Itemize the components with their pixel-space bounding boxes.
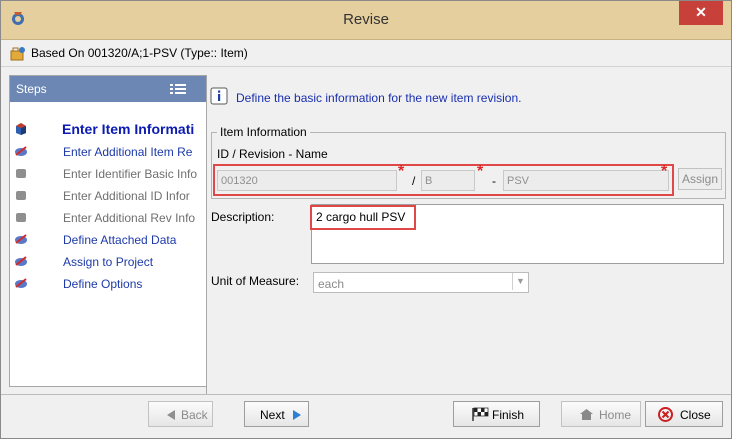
step-enter-item-information[interactable]: Enter Item Informati bbox=[10, 120, 206, 140]
steps-title: Steps bbox=[16, 82, 47, 96]
step-label: Assign to Project bbox=[63, 255, 154, 269]
step-optional-icon bbox=[15, 234, 27, 244]
step-enter-additional-id-info[interactable]: Enter Additional ID Infor bbox=[10, 186, 206, 206]
step-define-attached-data[interactable]: Define Attached Data bbox=[10, 230, 206, 250]
back-button-label: Back bbox=[181, 408, 208, 422]
required-marker: * bbox=[661, 163, 668, 180]
step-enter-identifier-basic-info[interactable]: Enter Identifier Basic Info bbox=[10, 164, 206, 184]
title-bar[interactable]: Revise ✕ bbox=[1, 1, 731, 40]
step-label: Define Attached Data bbox=[63, 233, 177, 247]
next-button-label: Next bbox=[260, 408, 285, 422]
step-define-options[interactable]: Define Options bbox=[10, 274, 206, 294]
steps-header: Steps bbox=[10, 76, 206, 102]
based-on-label: Based On 001320/A;1-PSV (Type:: Item) bbox=[31, 46, 248, 60]
step-assign-to-project[interactable]: Assign to Project bbox=[10, 252, 206, 272]
step-optional-icon bbox=[15, 146, 27, 156]
next-button[interactable]: Next bbox=[244, 401, 309, 427]
finish-button[interactable]: Finish bbox=[453, 401, 540, 427]
item-id-field[interactable]: 001320 bbox=[217, 170, 397, 191]
step-label: Enter Identifier Basic Info bbox=[63, 167, 198, 181]
based-on-bar: Based On 001320/A;1-PSV (Type:: Item) bbox=[1, 40, 731, 67]
home-button-label: Home bbox=[599, 408, 632, 422]
required-marker: * bbox=[477, 163, 484, 180]
close-button[interactable]: Close bbox=[645, 401, 723, 427]
finish-button-label: Finish bbox=[492, 408, 525, 422]
step-optional-icon bbox=[15, 256, 27, 266]
step-label: Enter Additional Rev Info bbox=[63, 211, 196, 225]
current-step-icon bbox=[16, 123, 26, 135]
home-icon bbox=[580, 409, 593, 420]
chevron-down-icon[interactable]: ▼ bbox=[512, 273, 528, 290]
info-text: Define the basic information for the new… bbox=[236, 91, 522, 105]
home-button[interactable]: Home bbox=[561, 401, 641, 427]
step-enter-additional-rev-info[interactable]: Enter Additional Rev Info bbox=[10, 208, 206, 228]
checkered-flag-icon bbox=[472, 407, 489, 421]
close-circle-icon bbox=[658, 407, 673, 422]
rev-name-separator: - bbox=[492, 174, 496, 188]
step-label: Enter Item Informati bbox=[62, 121, 195, 137]
step-disabled-icon bbox=[16, 169, 26, 178]
close-button-label: Close bbox=[680, 408, 711, 422]
required-marker: * bbox=[398, 163, 405, 180]
highlight-box-description bbox=[310, 205, 416, 230]
id-revision-name-label: ID / Revision - Name bbox=[217, 147, 328, 161]
step-disabled-icon bbox=[16, 191, 26, 200]
step-label: Enter Additional ID Infor bbox=[63, 189, 190, 203]
step-enter-additional-item-rev[interactable]: Enter Additional Item Re bbox=[10, 142, 206, 162]
panel-splitter[interactable] bbox=[206, 75, 207, 395]
step-label: Define Options bbox=[63, 277, 143, 291]
arrow-right-icon bbox=[293, 410, 301, 420]
arrow-left-icon bbox=[167, 410, 175, 420]
unit-of-measure-select[interactable]: each bbox=[313, 272, 529, 293]
back-button[interactable]: Back bbox=[148, 401, 213, 427]
step-label: Enter Additional Item Re bbox=[63, 145, 193, 159]
step-disabled-icon bbox=[16, 213, 26, 222]
revision-field[interactable]: B bbox=[421, 170, 475, 191]
description-label: Description: bbox=[211, 210, 275, 224]
steps-panel: Steps Enter Item Informati Enter Additio… bbox=[9, 75, 207, 387]
info-message: Define the basic information for the new… bbox=[210, 87, 724, 113]
window-title: Revise bbox=[343, 11, 389, 28]
step-optional-icon bbox=[15, 278, 27, 288]
id-rev-separator: / bbox=[412, 174, 416, 188]
footer-divider bbox=[1, 394, 731, 395]
item-revision-icon bbox=[10, 47, 25, 61]
item-information-legend: Item Information bbox=[217, 125, 310, 139]
window-close-button[interactable]: ✕ bbox=[679, 1, 723, 25]
item-name-field[interactable]: PSV bbox=[503, 170, 669, 191]
unit-of-measure-label: Unit of Measure: bbox=[211, 274, 300, 288]
info-icon bbox=[210, 87, 228, 105]
revise-dialog: Revise ✕ Based On 001320/A;1-PSV (Type::… bbox=[0, 0, 732, 439]
assign-button[interactable]: Assign bbox=[678, 168, 722, 190]
list-icon[interactable] bbox=[170, 83, 186, 96]
